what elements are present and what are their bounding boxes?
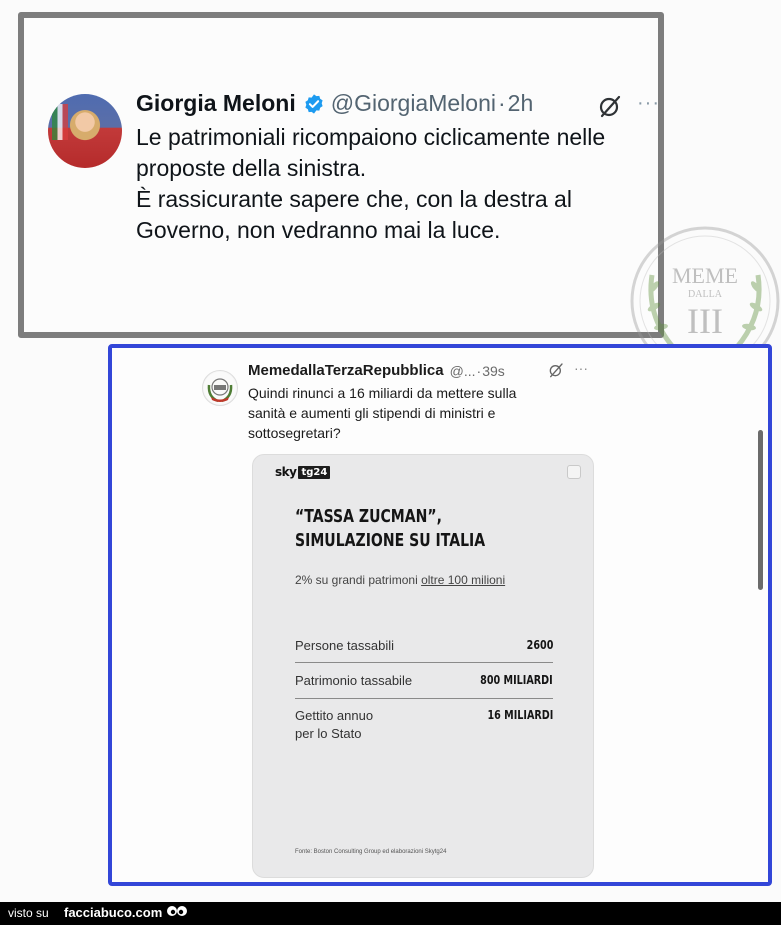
author-handle[interactable]: @GiorgiaMeloni	[331, 90, 496, 117]
footer-visto-su: visto su	[8, 906, 49, 920]
card-subtitle: 2% su grandi patrimoni oltre 100 milioni	[295, 573, 505, 587]
tweet-timestamp[interactable]: 39s	[482, 363, 505, 379]
reply-tweet[interactable]: MemedallaTerzaRepubblica @... · 39s ··· …	[108, 344, 772, 886]
tweet-text-line: Quindi rinunci a 16 miliardi da mettere …	[248, 385, 517, 401]
author-name[interactable]: MemedallaTerzaRepubblica	[248, 362, 444, 379]
flag-icon	[52, 104, 68, 140]
card-title: “TASSA ZUCMAN”, SIMULAZIONE SU ITALIA	[295, 505, 498, 553]
tg24-logo-text: tg24	[298, 465, 331, 479]
card-title-line: SIMULAZIONE SU ITALIA	[295, 530, 486, 551]
row-label-line: Gettito annuo	[295, 708, 374, 723]
author-name[interactable]: Giorgia Meloni	[136, 90, 296, 117]
tweet-text-line: sanità e aumenti gli stipendi di ministr…	[248, 405, 496, 421]
select-checkbox-icon[interactable]	[567, 465, 581, 479]
sky-tg24-logo: sky tg24	[275, 465, 331, 479]
author-handle[interactable]: @...	[450, 363, 476, 379]
more-icon[interactable]: ···	[637, 92, 660, 115]
card-subtitle-text: 2% su grandi patrimoni	[295, 573, 422, 587]
separator-dot: ·	[497, 90, 506, 116]
row-value: 800 MILIARDI	[480, 673, 553, 687]
tweet-text-line: Governo, non vedranno mai la luce.	[136, 217, 501, 243]
row-label: Patrimonio tassabile	[295, 673, 413, 688]
row-value: 16 MILIARDI	[487, 708, 553, 722]
eyes-logo-icon	[167, 906, 187, 916]
card-subtitle-underlined: oltre 100 milioni	[421, 573, 506, 587]
row-value: 2600	[526, 638, 553, 652]
meloni-tweet[interactable]: Giorgia Meloni @GiorgiaMeloni · 2h ··· L…	[18, 12, 664, 338]
embedded-image-card[interactable]: sky tg24 “TASSA ZUCMAN”, SIMULAZIONE SU …	[252, 454, 594, 878]
card-title-line: “TASSA ZUCMAN”,	[295, 506, 442, 527]
row-label-line: per lo Stato	[295, 726, 362, 741]
grok-icon[interactable]	[548, 362, 564, 378]
card-source: Fonte: Boston Consulting Group ed elabor…	[295, 849, 447, 855]
footer-bar: visto su facciabuco.com	[0, 902, 781, 925]
avatar[interactable]	[48, 94, 122, 168]
row-label: Gettito annuo per lo Stato	[295, 707, 373, 743]
grok-icon[interactable]	[598, 94, 622, 118]
row-label: Persone tassabili	[295, 638, 394, 653]
row-divider	[295, 662, 553, 663]
footer-site-link[interactable]: facciabuco.com	[64, 905, 162, 920]
tweet-text-line: sottosegretari?	[248, 425, 341, 441]
tweet-header: MemedallaTerzaRepubblica @... · 39s	[248, 362, 505, 379]
tweet-text-line: Le patrimoniali ricompaiono ciclicamente…	[136, 124, 606, 150]
avatar[interactable]	[202, 370, 238, 406]
scrollbar[interactable]	[758, 430, 763, 590]
row-divider	[295, 698, 553, 699]
tweet-header: Giorgia Meloni @GiorgiaMeloni · 2h	[136, 90, 533, 117]
tweet-timestamp[interactable]: 2h	[508, 90, 534, 117]
tweet-text-line: È rassicurante sapere che, con la destra…	[136, 186, 572, 212]
more-icon[interactable]: ···	[574, 360, 588, 376]
tweet-text-line: proposte della sinistra.	[136, 155, 367, 181]
sky-logo-text: sky	[275, 465, 297, 479]
tweet-text: Le patrimoniali ricompaiono ciclicamente…	[136, 122, 656, 246]
separator-dot: ·	[476, 362, 482, 379]
verified-badge-icon	[305, 93, 323, 114]
tweet-text: Quindi rinunci a 16 miliardi da mettere …	[248, 383, 588, 443]
